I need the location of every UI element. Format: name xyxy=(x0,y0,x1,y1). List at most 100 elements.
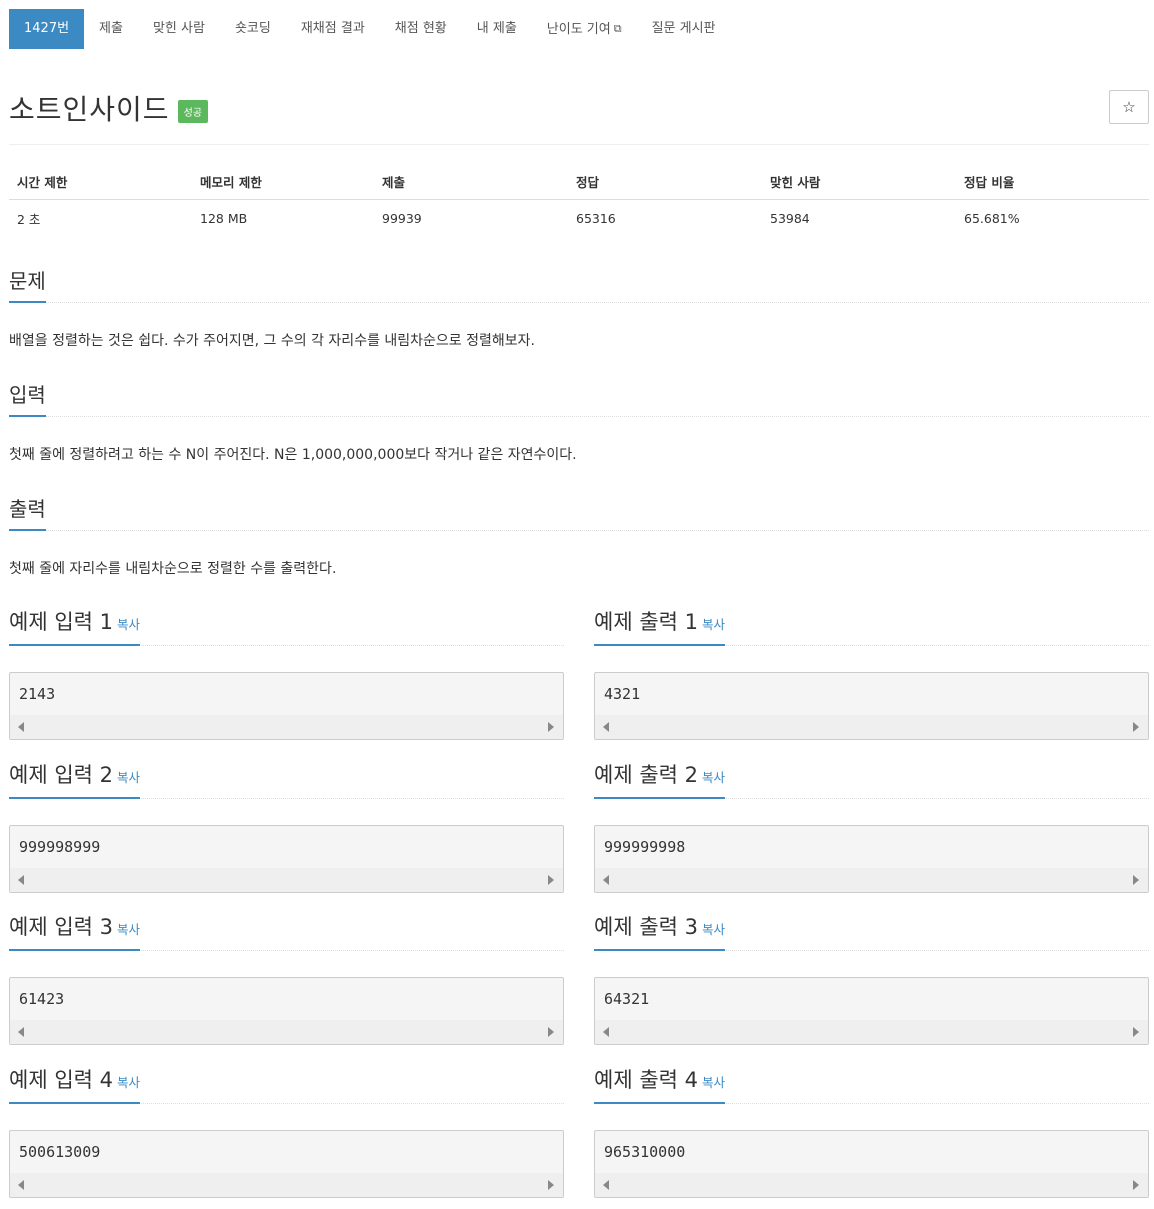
sample-input-4: 예제 입력 4 복사 500613009 xyxy=(9,1064,564,1198)
value-submissions: 99939 xyxy=(382,210,422,226)
tab-problem-number[interactable]: 1427번 xyxy=(9,9,85,49)
scroll-left-arrow-icon[interactable] xyxy=(603,875,609,885)
scroll-right-arrow-icon[interactable] xyxy=(548,1027,554,1037)
scroll-left-arrow-icon[interactable] xyxy=(18,722,24,732)
table-row: 2 초 128 MB 99939 65316 53984 65.681% xyxy=(9,200,1149,236)
scroll-right-arrow-icon[interactable] xyxy=(548,722,554,732)
sample-title: 예제 입력 3 복사 xyxy=(9,911,141,951)
status-badge: 성공 xyxy=(177,99,208,123)
section-title: 문제 xyxy=(9,266,46,303)
sample-title: 예제 출력 2 복사 xyxy=(594,759,726,799)
input-description-text: 첫째 줄에 정렬하려고 하는 수 N이 주어진다. N은 1,000,000,0… xyxy=(9,447,577,463)
value-memory-limit: 128 MB xyxy=(200,210,248,226)
title-divider xyxy=(9,144,1149,145)
copy-button[interactable]: 복사 xyxy=(702,617,725,632)
problem-header: 소트인사이드 성공 xyxy=(9,88,208,128)
sample-code-box: 999999998 xyxy=(594,825,1149,893)
sample-header: 예제 출력 1 복사 xyxy=(594,606,1149,646)
horizontal-scrollbar[interactable] xyxy=(595,868,1148,892)
sample-header: 예제 입력 3 복사 xyxy=(9,911,564,951)
tab-my-submissions[interactable]: 내 제출 xyxy=(462,9,532,49)
tab-difficulty-label: 난이도 기여 xyxy=(546,22,611,37)
copy-button[interactable]: 복사 xyxy=(117,617,140,632)
output-section: 출력 첫째 줄에 자리수를 내림차순으로 정렬한 수를 출력한다. xyxy=(9,494,1149,578)
scroll-right-arrow-icon[interactable] xyxy=(1133,875,1139,885)
sample-header: 예제 출력 2 복사 xyxy=(594,759,1149,799)
value-time-limit: 2 초 xyxy=(17,211,41,227)
sample-data: 61423 xyxy=(19,990,65,1008)
tab-status[interactable]: 채점 현황 xyxy=(380,9,462,49)
sample-input-2: 예제 입력 2 복사 999998999 xyxy=(9,759,564,893)
header-submissions: 제출 xyxy=(382,175,406,190)
sample-code-box: 64321 xyxy=(594,977,1149,1045)
scroll-right-arrow-icon[interactable] xyxy=(548,1180,554,1190)
sample-title-text: 예제 출력 2 xyxy=(594,763,698,787)
header-time-limit: 시간 제한 xyxy=(17,175,68,190)
problem-description-text: 배열을 정렬하는 것은 쉽다. 수가 주어지면, 그 수의 각 자리수를 내림차… xyxy=(9,333,535,349)
copy-button[interactable]: 복사 xyxy=(117,770,140,785)
sample-code-box: 61423 xyxy=(9,977,564,1045)
tab-short-coding[interactable]: 숏코딩 xyxy=(220,9,286,49)
scroll-right-arrow-icon[interactable] xyxy=(1133,722,1139,732)
sample-header: 예제 입력 1 복사 xyxy=(9,606,564,646)
scroll-left-arrow-icon[interactable] xyxy=(603,1180,609,1190)
sample-output-1: 예제 출력 1 복사 4321 xyxy=(594,606,1149,740)
horizontal-scrollbar[interactable] xyxy=(10,868,563,892)
scroll-right-arrow-icon[interactable] xyxy=(548,875,554,885)
scroll-right-arrow-icon[interactable] xyxy=(1133,1180,1139,1190)
tab-rejudge-results[interactable]: 재채점 결과 xyxy=(286,9,380,49)
scroll-left-arrow-icon[interactable] xyxy=(18,1027,24,1037)
sample-title-text: 예제 입력 1 xyxy=(9,610,113,634)
horizontal-scrollbar[interactable] xyxy=(595,1173,1148,1197)
sample-code-box: 965310000 xyxy=(594,1130,1149,1198)
horizontal-scrollbar[interactable] xyxy=(595,715,1148,739)
tab-submit[interactable]: 제출 xyxy=(84,9,138,49)
external-link-icon: ⧉ xyxy=(613,22,622,35)
scroll-left-arrow-icon[interactable] xyxy=(603,1027,609,1037)
page-title: 소트인사이드 xyxy=(9,93,170,126)
star-icon: ☆ xyxy=(1122,98,1136,116)
value-solved-users: 53984 xyxy=(770,210,810,226)
sample-title-text: 예제 입력 2 xyxy=(9,763,113,787)
value-accepted: 65316 xyxy=(576,210,616,226)
sample-data: 999998999 xyxy=(19,838,101,856)
sample-input-1: 예제 입력 1 복사 2143 xyxy=(9,606,564,740)
header-accepted: 정답 xyxy=(576,175,600,190)
sample-title: 예제 입력 4 복사 xyxy=(9,1064,141,1104)
sample-title-text: 예제 출력 1 xyxy=(594,610,698,634)
sample-title-text: 예제 입력 4 xyxy=(9,1068,113,1092)
scroll-right-arrow-icon[interactable] xyxy=(1133,1027,1139,1037)
sample-title: 예제 입력 1 복사 xyxy=(9,606,141,646)
sample-title-text: 예제 출력 4 xyxy=(594,1068,698,1092)
copy-button[interactable]: 복사 xyxy=(702,770,725,785)
favorite-star-button[interactable]: ☆ xyxy=(1109,90,1149,124)
tab-solved-users[interactable]: 맞힌 사람 xyxy=(138,9,220,49)
horizontal-scrollbar[interactable] xyxy=(595,1020,1148,1044)
scroll-left-arrow-icon[interactable] xyxy=(18,875,24,885)
sample-header: 예제 입력 4 복사 xyxy=(9,1064,564,1104)
input-section: 입력 첫째 줄에 정렬하려고 하는 수 N이 주어진다. N은 1,000,00… xyxy=(9,380,1149,464)
tab-difficulty-contribution[interactable]: 난이도 기여 ⧉ xyxy=(532,9,637,49)
horizontal-scrollbar[interactable] xyxy=(10,1020,563,1044)
copy-button[interactable]: 복사 xyxy=(117,1075,140,1090)
horizontal-scrollbar[interactable] xyxy=(10,1173,563,1197)
sample-header: 예제 출력 3 복사 xyxy=(594,911,1149,951)
sample-data: 999999998 xyxy=(604,838,686,856)
value-accept-ratio: 65.681% xyxy=(964,210,1020,226)
copy-button[interactable]: 복사 xyxy=(702,1075,725,1090)
sample-data: 500613009 xyxy=(19,1143,101,1161)
section-header: 출력 xyxy=(9,494,1149,531)
sample-header: 예제 입력 2 복사 xyxy=(9,759,564,799)
section-title: 출력 xyxy=(9,494,46,531)
horizontal-scrollbar[interactable] xyxy=(10,715,563,739)
sample-input-3: 예제 입력 3 복사 61423 xyxy=(9,911,564,1045)
header-memory-limit: 메모리 제한 xyxy=(200,175,262,190)
copy-button[interactable]: 복사 xyxy=(117,922,140,937)
scroll-left-arrow-icon[interactable] xyxy=(18,1180,24,1190)
sample-title: 예제 출력 1 복사 xyxy=(594,606,726,646)
sample-title: 예제 출력 4 복사 xyxy=(594,1064,726,1104)
sample-code-box: 500613009 xyxy=(9,1130,564,1198)
scroll-left-arrow-icon[interactable] xyxy=(603,722,609,732)
tab-question-board[interactable]: 질문 게시판 xyxy=(637,9,731,49)
copy-button[interactable]: 복사 xyxy=(702,922,725,937)
